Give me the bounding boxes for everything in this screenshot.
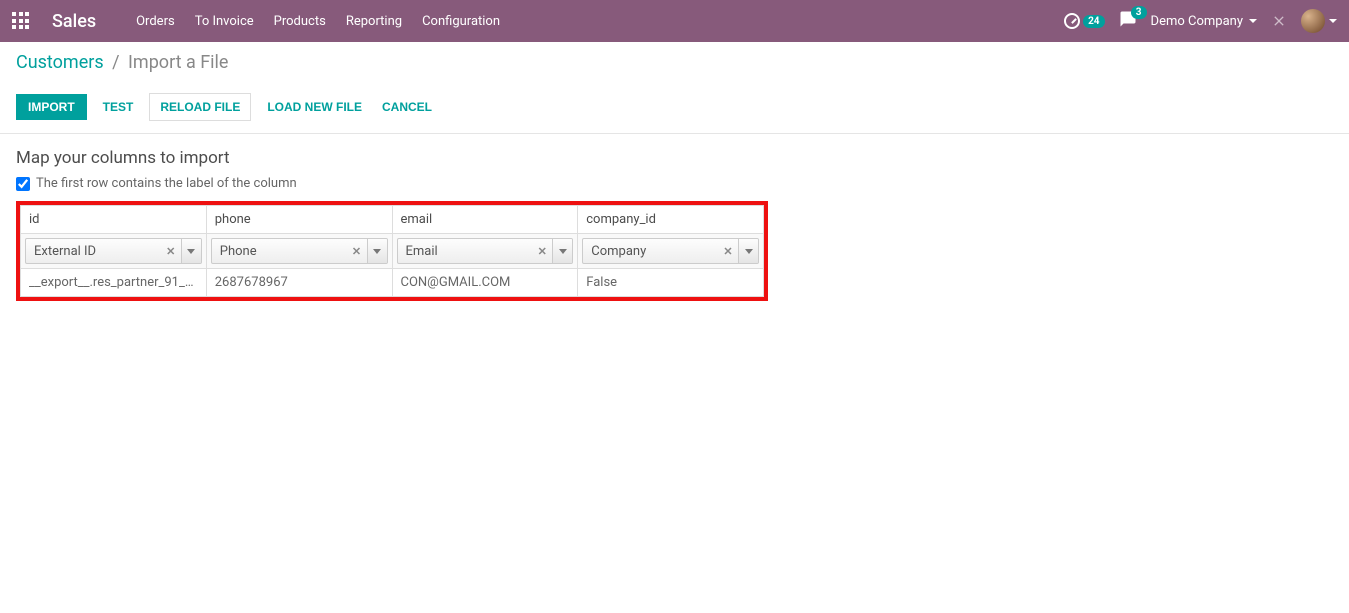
header-row: id phone email company_id [21, 206, 764, 234]
clear-icon[interactable]: ✕ [347, 245, 367, 258]
navbar-left: Sales Orders To Invoice Products Reporti… [12, 11, 500, 32]
nav-item-configuration[interactable]: Configuration [422, 14, 500, 29]
dropdown-toggle[interactable] [367, 239, 387, 263]
timer-icon [1064, 13, 1080, 29]
sample-cell: __export__.res_partner_91_38aabe30 [21, 269, 207, 297]
import-button[interactable]: IMPORT [16, 94, 87, 120]
test-button[interactable]: TEST [99, 94, 138, 120]
field-select-id[interactable]: External ID ✕ [25, 238, 202, 264]
messaging-button[interactable]: 3 [1119, 10, 1137, 32]
sample-cell: CON@GMAIL.COM [392, 269, 578, 297]
breadcrumb-current: Import a File [128, 52, 228, 73]
field-select-label: Phone [212, 244, 347, 259]
chat-badge: 3 [1131, 6, 1147, 19]
sample-cell: 2687678967 [206, 269, 392, 297]
chevron-down-icon [745, 249, 753, 254]
section-title: Map your columns to import [16, 148, 1333, 168]
nav-item-orders[interactable]: Orders [136, 14, 175, 29]
timer-widget[interactable]: 24 [1064, 13, 1104, 29]
clear-icon[interactable]: ✕ [532, 245, 552, 258]
breadcrumb: Customers / Import a File [16, 52, 1333, 73]
reload-file-button[interactable]: RELOAD FILE [149, 93, 251, 121]
chevron-down-icon [559, 249, 567, 254]
first-row-checkbox-label: The first row contains the label of the … [36, 176, 297, 191]
sample-data-row: __export__.res_partner_91_38aabe30 26876… [21, 269, 764, 297]
field-select-label: External ID [26, 244, 161, 259]
breadcrumb-separator: / [112, 52, 119, 73]
mapping-table: id phone email company_id External ID ✕ … [20, 205, 764, 297]
nav-item-to-invoice[interactable]: To Invoice [195, 14, 254, 29]
sample-cell: False [578, 269, 764, 297]
load-new-file-button[interactable]: LOAD NEW FILE [263, 94, 366, 120]
nav-item-reporting[interactable]: Reporting [346, 14, 402, 29]
dropdown-toggle[interactable] [552, 239, 572, 263]
first-row-checkbox-row[interactable]: The first row contains the label of the … [16, 176, 1333, 191]
nav-item-products[interactable]: Products [274, 14, 326, 29]
nav-items: Orders To Invoice Products Reporting Con… [136, 14, 500, 29]
first-row-checkbox[interactable] [16, 177, 30, 191]
timer-badge: 24 [1083, 15, 1104, 28]
clear-icon[interactable]: ✕ [161, 245, 181, 258]
field-select-company[interactable]: Company ✕ [582, 238, 759, 264]
dropdown-toggle[interactable] [181, 239, 201, 263]
field-select-email[interactable]: Email ✕ [397, 238, 574, 264]
apps-icon[interactable] [12, 12, 30, 30]
chevron-down-icon [187, 249, 195, 254]
column-header: email [392, 206, 578, 234]
avatar [1301, 9, 1325, 33]
cancel-button[interactable]: CANCEL [378, 94, 436, 120]
column-header: company_id [578, 206, 764, 234]
debug-icon[interactable] [1271, 13, 1287, 29]
breadcrumb-bar: Customers / Import a File [0, 42, 1349, 89]
user-menu[interactable] [1301, 9, 1337, 33]
dropdown-toggle[interactable] [738, 239, 758, 263]
top-navbar: Sales Orders To Invoice Products Reporti… [0, 0, 1349, 42]
field-select-label: Company [583, 244, 718, 259]
chevron-down-icon [1329, 19, 1337, 23]
field-select-phone[interactable]: Phone ✕ [211, 238, 388, 264]
chevron-down-icon [1249, 19, 1257, 23]
field-select-row: External ID ✕ Phone ✕ Email ✕ [21, 234, 764, 269]
breadcrumb-parent[interactable]: Customers [16, 52, 104, 73]
column-header: phone [206, 206, 392, 234]
content-area: Map your columns to import The first row… [0, 134, 1349, 315]
action-bar: IMPORT TEST RELOAD FILE LOAD NEW FILE CA… [0, 89, 1349, 134]
chevron-down-icon [373, 249, 381, 254]
clear-icon[interactable]: ✕ [718, 245, 738, 258]
company-switcher[interactable]: Demo Company [1151, 14, 1257, 29]
field-select-label: Email [398, 244, 533, 259]
app-brand[interactable]: Sales [52, 11, 96, 32]
company-label: Demo Company [1151, 14, 1243, 29]
mapping-highlight-box: id phone email company_id External ID ✕ … [16, 201, 768, 301]
column-header: id [21, 206, 207, 234]
navbar-right: 24 3 Demo Company [1064, 9, 1337, 33]
